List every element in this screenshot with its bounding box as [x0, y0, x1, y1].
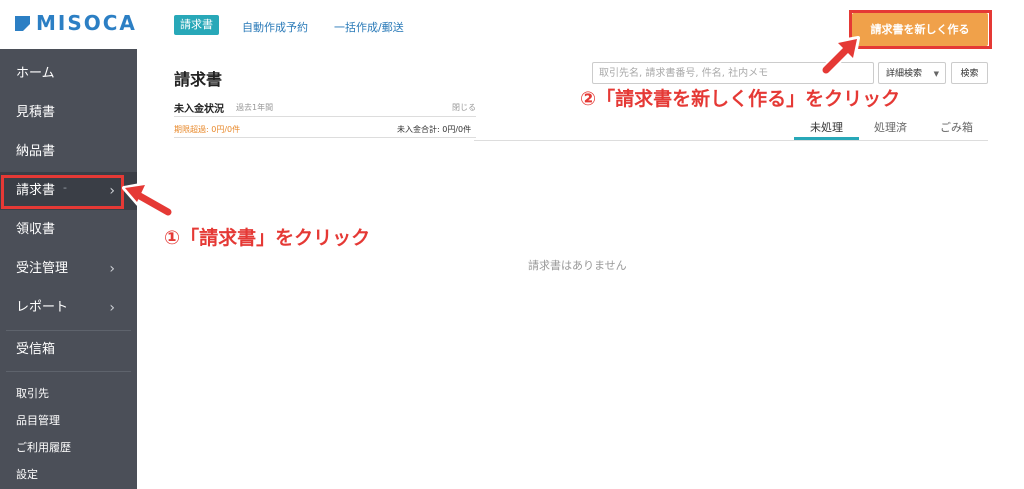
active-tab-indicator — [794, 137, 859, 140]
tab-unprocessed[interactable]: 未処理 — [810, 119, 843, 135]
sidebar-item-clients[interactable]: 取引先 — [16, 385, 49, 401]
logo-text: MISOCA — [36, 11, 137, 35]
close-link[interactable]: 閉じる — [452, 102, 476, 113]
logo-mark-icon — [15, 16, 30, 31]
tab-trash[interactable]: ごみ箱 — [940, 119, 973, 135]
sidebar-item-label: 納品書 — [16, 144, 56, 159]
divider — [174, 137, 476, 138]
arrow-up-right-icon — [820, 36, 860, 76]
sidebar-item-settings[interactable]: 設定 — [16, 466, 38, 482]
search-button[interactable]: 検索 — [951, 62, 988, 84]
sidebar-item-home[interactable]: ホーム — [0, 55, 137, 93]
tab-invoices[interactable]: 請求書 — [174, 15, 219, 35]
chevron-right-icon: › — [109, 300, 115, 316]
sidebar-item-label: 受信箱 — [16, 342, 56, 357]
sidebar-item-orders[interactable]: 受注管理 › — [0, 250, 137, 288]
caret-down-icon: ▼ — [933, 70, 939, 78]
divider — [6, 371, 131, 372]
tab-processed[interactable]: 処理済 — [874, 119, 907, 135]
highlight-new-button — [849, 10, 992, 49]
annotation-step2: ②「請求書を新しく作る」をクリック — [580, 88, 901, 110]
sidebar: MISOCA ホーム 見積書 納品書 請求書 - › 領収書 受注管理 › レポ… — [0, 0, 137, 489]
sidebar-item-inbox[interactable]: 受信箱 — [0, 331, 137, 369]
highlight-invoices — [1, 175, 124, 209]
arrow-left-icon — [122, 182, 174, 218]
divider — [174, 116, 476, 117]
sidebar-item-estimates[interactable]: 見積書 — [0, 94, 137, 132]
divider — [474, 140, 988, 141]
logo[interactable]: MISOCA — [0, 0, 137, 48]
sidebar-item-delivery-notes[interactable]: 納品書 — [0, 133, 137, 171]
sidebar-item-reports[interactable]: レポート › — [0, 289, 137, 327]
empty-message: 請求書はありません — [528, 259, 627, 272]
page-title: 請求書 — [174, 70, 223, 89]
sidebar-item-products[interactable]: 品目管理 — [16, 412, 60, 428]
overdue-summary: 期限超過: 0円/0件 — [174, 125, 241, 134]
annotation-step1: ①「請求書」をクリック — [164, 227, 371, 249]
advanced-search-label: 詳細検索 — [886, 69, 923, 79]
sidebar-item-label: ホーム — [16, 66, 55, 81]
advanced-search-button[interactable]: 詳細検索 ▼ — [878, 62, 946, 84]
sidebar-item-usage-history[interactable]: ご利用履歴 — [16, 439, 71, 455]
sidebar-item-label: 領収書 — [16, 222, 56, 237]
chevron-right-icon: › — [109, 261, 115, 277]
sidebar-item-label: レポート — [16, 300, 69, 315]
unpaid-total: 未入金合計: 0円/0件 — [397, 125, 472, 134]
sidebar-item-receipts[interactable]: 領収書 — [0, 211, 137, 249]
unpaid-title: 未入金状況 — [174, 104, 224, 115]
unpaid-period: 過去1年間 — [236, 103, 274, 112]
sidebar-item-label: 見積書 — [16, 105, 56, 120]
sidebar-item-label: 受注管理 — [16, 261, 69, 276]
tab-bulk-create[interactable]: 一括作成/郵送 — [334, 19, 404, 35]
tab-auto-schedule[interactable]: 自動作成予約 — [242, 19, 308, 35]
sidebar-nav: ホーム 見積書 納品書 請求書 - › 領収書 受注管理 › レポート › 受信… — [0, 49, 137, 489]
